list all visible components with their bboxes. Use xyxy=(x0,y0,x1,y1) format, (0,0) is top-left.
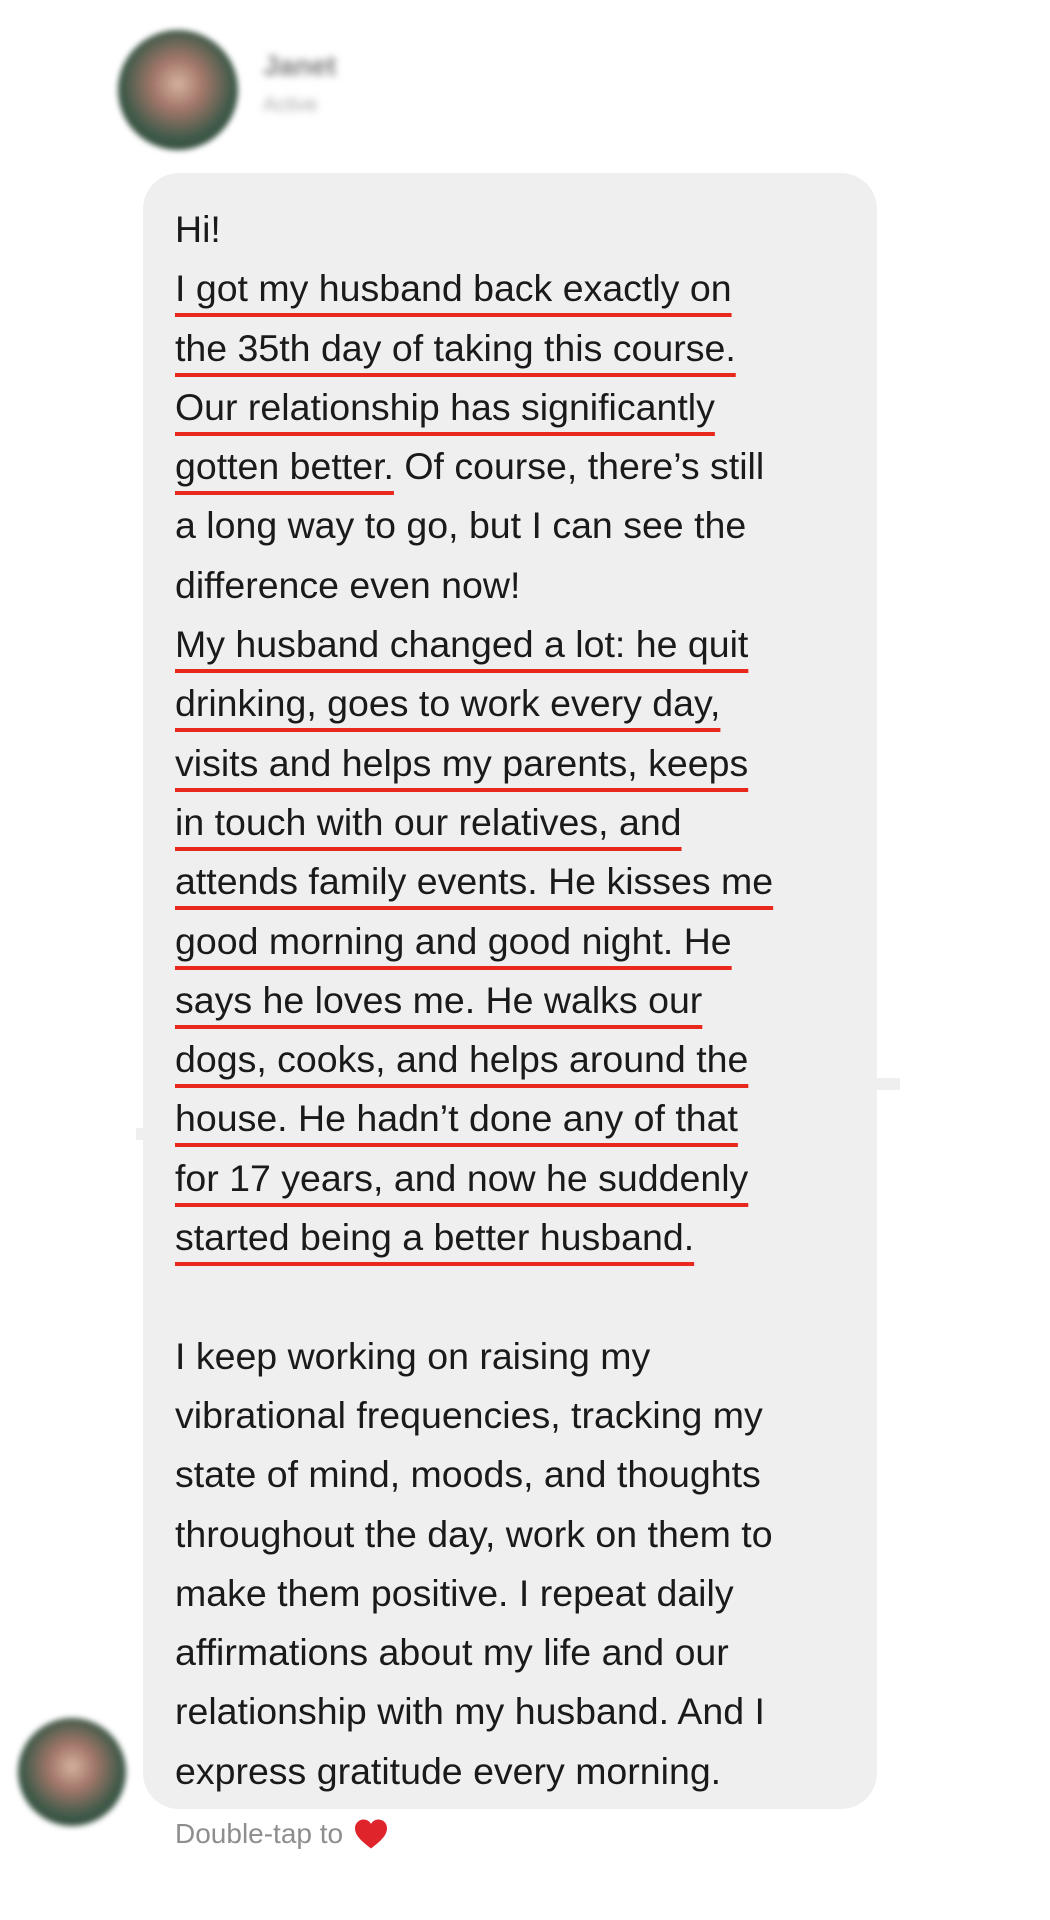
double-tap-label: Double-tap to xyxy=(175,1818,344,1849)
message-line: affirmations about my life and our xyxy=(175,1631,729,1674)
message-line: make them positive. I repeat daily xyxy=(175,1571,734,1614)
message-line: state of mind, moods, and thoughts xyxy=(175,1453,761,1496)
message-line: attends family events. He kisses me xyxy=(175,852,865,911)
highlighted-text: says he loves me. He walks our xyxy=(175,978,703,1021)
sender-status: Active xyxy=(263,94,318,116)
message-line: for 17 years, and now he suddenly xyxy=(175,1149,865,1208)
highlighted-text: visits and helps my parents, keeps xyxy=(175,741,749,784)
message-line: a long way to go, but I can see the xyxy=(175,504,747,547)
message-line: vibrational frequencies, tracking my xyxy=(175,1393,763,1436)
chat-header: Janet Active xyxy=(118,22,738,150)
highlighted-text: dogs, cooks, and helps around the xyxy=(175,1038,749,1081)
sender-avatar-small[interactable] xyxy=(18,1718,126,1826)
highlighted-text: in touch with our relatives, and xyxy=(175,800,682,843)
message-line: house. He hadn’t done any of that xyxy=(175,1089,865,1148)
sender-avatar[interactable] xyxy=(118,30,238,150)
highlighted-text: attends family events. He kisses me xyxy=(175,860,774,903)
message-text: Hi! I got my husband back exactly on the… xyxy=(175,200,865,1801)
message-text-fragment: Of course, there’s still xyxy=(393,445,765,488)
message-line: dogs, cooks, and helps around the xyxy=(175,1030,865,1089)
highlighted-text: house. He hadn’t done any of that xyxy=(175,1097,738,1140)
message-line: express gratitude every morning. xyxy=(175,1749,722,1792)
message-line: says he loves me. He walks our xyxy=(175,971,865,1030)
highlighted-text: Our relationship has significantly xyxy=(175,385,715,428)
reaction-hint: Double-tap to xyxy=(175,1818,389,1850)
heart-icon[interactable] xyxy=(353,1818,389,1850)
message-line: relationship with my husband. And I xyxy=(175,1690,765,1733)
message-line: Hi! xyxy=(175,208,221,250)
message-line: visits and helps my parents, keeps xyxy=(175,734,865,793)
highlighted-text: started being a better husband. xyxy=(175,1216,695,1259)
highlighted-text: drinking, goes to work every day, xyxy=(175,682,721,725)
highlighted-text: the 35th day of taking this course. xyxy=(175,326,736,369)
message-line: the 35th day of taking this course. xyxy=(175,319,865,378)
highlighted-text: My husband changed a lot: he quit xyxy=(175,623,749,666)
message-line: I keep working on raising my xyxy=(175,1334,651,1377)
paragraph-break xyxy=(175,1267,865,1326)
highlighted-text: I got my husband back exactly on xyxy=(175,267,732,310)
message-line: I got my husband back exactly on xyxy=(175,259,865,318)
highlighted-text: for 17 years, and now he suddenly xyxy=(175,1156,749,1199)
message-line: in touch with our relatives, and xyxy=(175,793,865,852)
sender-name[interactable]: Janet xyxy=(263,50,336,82)
message-line: started being a better husband. xyxy=(175,1208,865,1267)
highlighted-text: good morning and good night. He xyxy=(175,919,732,962)
message-line: drinking, goes to work every day, xyxy=(175,674,865,733)
highlighted-text: gotten better. xyxy=(175,445,394,488)
message-line: My husband changed a lot: he quit xyxy=(175,615,865,674)
message-line: Our relationship has significantly xyxy=(175,378,865,437)
message-line: gotten better. Of course, there’s still xyxy=(175,437,865,496)
message-line: throughout the day, work on them to xyxy=(175,1512,773,1555)
message-line: difference even now! xyxy=(175,563,521,606)
message-line: good morning and good night. He xyxy=(175,912,865,971)
